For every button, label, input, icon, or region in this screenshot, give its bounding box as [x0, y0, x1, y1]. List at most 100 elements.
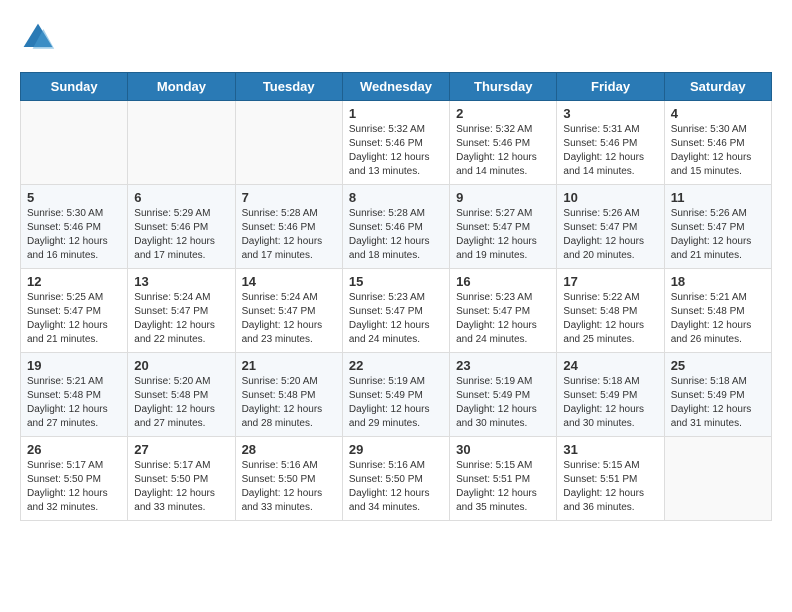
day-number: 15	[349, 274, 443, 289]
day-cell: 2 Sunrise: 5:32 AM Sunset: 5:46 PM Daylig…	[450, 101, 557, 185]
weekday-header-friday: Friday	[557, 73, 664, 101]
day-info: Sunrise: 5:28 AM Sunset: 5:46 PM Dayligh…	[242, 207, 336, 263]
day-number: 31	[563, 442, 657, 457]
day-cell: 5Sunrise: 5:30 AM Sunset: 5:46 PM Daylig…	[21, 185, 128, 269]
day-info: Sunrise: 5:31 AM Sunset: 5:46 PM Dayligh…	[563, 123, 657, 179]
day-info: Sunrise: 5:20 AM Sunset: 5:48 PM Dayligh…	[134, 375, 228, 431]
day-info: Sunrise: 5:24 AM Sunset: 5:47 PM Dayligh…	[242, 291, 336, 347]
weekday-header-monday: Monday	[128, 73, 235, 101]
weekday-header-wednesday: Wednesday	[342, 73, 449, 101]
day-cell	[128, 101, 235, 185]
day-cell: 23 Sunrise: 5:19 AM Sunset: 5:49 PM Dayli…	[450, 353, 557, 437]
day-number: 3	[563, 106, 657, 121]
day-number: 24	[563, 358, 657, 373]
week-row-5: 26Sunrise: 5:17 AM Sunset: 5:50 PM Dayli…	[21, 437, 772, 521]
day-info: Sunrise: 5:25 AM Sunset: 5:47 PM Dayligh…	[27, 291, 121, 347]
day-number: 7	[242, 190, 336, 205]
day-cell: 3 Sunrise: 5:31 AM Sunset: 5:46 PM Daylig…	[557, 101, 664, 185]
day-number: 19	[27, 358, 121, 373]
day-cell: 12 Sunrise: 5:25 AM Sunset: 5:47 PM Dayli…	[21, 269, 128, 353]
day-cell: 24 Sunrise: 5:18 AM Sunset: 5:49 PM Dayli…	[557, 353, 664, 437]
day-number: 30	[456, 442, 550, 457]
day-number: 4	[671, 106, 765, 121]
week-row-4: 19 Sunrise: 5:21 AM Sunset: 5:48 PM Dayli…	[21, 353, 772, 437]
day-number: 21	[242, 358, 336, 373]
weekday-row: SundayMondayTuesdayWednesdayThursdayFrid…	[21, 73, 772, 101]
day-cell: 9 Sunrise: 5:27 AM Sunset: 5:47 PM Daylig…	[450, 185, 557, 269]
day-number: 13	[134, 274, 228, 289]
day-info: Sunrise: 5:18 AM Sunset: 5:49 PM Dayligh…	[671, 375, 765, 431]
calendar-body: 1 Sunrise: 5:32 AM Sunset: 5:46 PM Daylig…	[21, 101, 772, 521]
day-cell: 28Sunrise: 5:16 AM Sunset: 5:50 PM Dayli…	[235, 437, 342, 521]
weekday-header-sunday: Sunday	[21, 73, 128, 101]
day-info: Sunrise: 5:32 AM Sunset: 5:46 PM Dayligh…	[456, 123, 550, 179]
day-info: Sunrise: 5:24 AM Sunset: 5:47 PM Dayligh…	[134, 291, 228, 347]
day-cell: 14Sunrise: 5:24 AM Sunset: 5:47 PM Dayli…	[235, 269, 342, 353]
day-info: Sunrise: 5:19 AM Sunset: 5:49 PM Dayligh…	[456, 375, 550, 431]
day-info: Sunrise: 5:26 AM Sunset: 5:47 PM Dayligh…	[563, 207, 657, 263]
calendar-header: SundayMondayTuesdayWednesdayThursdayFrid…	[21, 73, 772, 101]
day-info: Sunrise: 5:19 AM Sunset: 5:49 PM Dayligh…	[349, 375, 443, 431]
day-info: Sunrise: 5:18 AM Sunset: 5:49 PM Dayligh…	[563, 375, 657, 431]
day-cell: 8 Sunrise: 5:28 AM Sunset: 5:46 PM Daylig…	[342, 185, 449, 269]
day-number: 20	[134, 358, 228, 373]
day-info: Sunrise: 5:28 AM Sunset: 5:46 PM Dayligh…	[349, 207, 443, 263]
day-number: 9	[456, 190, 550, 205]
day-info: Sunrise: 5:22 AM Sunset: 5:48 PM Dayligh…	[563, 291, 657, 347]
day-cell: 11 Sunrise: 5:26 AM Sunset: 5:47 PM Dayli…	[664, 185, 771, 269]
day-cell: 27 Sunrise: 5:17 AM Sunset: 5:50 PM Dayli…	[128, 437, 235, 521]
day-cell: 22 Sunrise: 5:19 AM Sunset: 5:49 PM Dayli…	[342, 353, 449, 437]
day-cell: 16Sunrise: 5:23 AM Sunset: 5:47 PM Dayli…	[450, 269, 557, 353]
week-row-1: 1 Sunrise: 5:32 AM Sunset: 5:46 PM Daylig…	[21, 101, 772, 185]
day-cell: 7 Sunrise: 5:28 AM Sunset: 5:46 PM Daylig…	[235, 185, 342, 269]
day-number: 29	[349, 442, 443, 457]
day-cell: 6Sunrise: 5:29 AM Sunset: 5:46 PM Daylig…	[128, 185, 235, 269]
day-cell: 15 Sunrise: 5:23 AM Sunset: 5:47 PM Dayli…	[342, 269, 449, 353]
day-info: Sunrise: 5:32 AM Sunset: 5:46 PM Dayligh…	[349, 123, 443, 179]
weekday-header-thursday: Thursday	[450, 73, 557, 101]
day-info: Sunrise: 5:17 AM Sunset: 5:50 PM Dayligh…	[134, 459, 228, 515]
day-number: 23	[456, 358, 550, 373]
day-info: Sunrise: 5:17 AM Sunset: 5:50 PM Dayligh…	[27, 459, 121, 515]
day-number: 27	[134, 442, 228, 457]
day-cell	[235, 101, 342, 185]
day-info: Sunrise: 5:27 AM Sunset: 5:47 PM Dayligh…	[456, 207, 550, 263]
day-number: 8	[349, 190, 443, 205]
day-number: 5	[27, 190, 121, 205]
day-cell: 26Sunrise: 5:17 AM Sunset: 5:50 PM Dayli…	[21, 437, 128, 521]
day-number: 11	[671, 190, 765, 205]
week-row-3: 12 Sunrise: 5:25 AM Sunset: 5:47 PM Dayli…	[21, 269, 772, 353]
header	[20, 20, 772, 56]
day-cell: 20 Sunrise: 5:20 AM Sunset: 5:48 PM Dayli…	[128, 353, 235, 437]
day-info: Sunrise: 5:26 AM Sunset: 5:47 PM Dayligh…	[671, 207, 765, 263]
day-info: Sunrise: 5:16 AM Sunset: 5:50 PM Dayligh…	[349, 459, 443, 515]
day-cell: 29 Sunrise: 5:16 AM Sunset: 5:50 PM Dayli…	[342, 437, 449, 521]
page: SundayMondayTuesdayWednesdayThursdayFrid…	[0, 0, 792, 541]
logo	[20, 20, 60, 56]
day-cell: 19 Sunrise: 5:21 AM Sunset: 5:48 PM Dayli…	[21, 353, 128, 437]
day-info: Sunrise: 5:23 AM Sunset: 5:47 PM Dayligh…	[456, 291, 550, 347]
day-number: 1	[349, 106, 443, 121]
day-cell: 21 Sunrise: 5:20 AM Sunset: 5:48 PM Dayli…	[235, 353, 342, 437]
day-info: Sunrise: 5:20 AM Sunset: 5:48 PM Dayligh…	[242, 375, 336, 431]
day-info: Sunrise: 5:30 AM Sunset: 5:46 PM Dayligh…	[671, 123, 765, 179]
day-number: 28	[242, 442, 336, 457]
weekday-header-tuesday: Tuesday	[235, 73, 342, 101]
day-number: 2	[456, 106, 550, 121]
day-number: 10	[563, 190, 657, 205]
day-cell: 13 Sunrise: 5:24 AM Sunset: 5:47 PM Dayli…	[128, 269, 235, 353]
weekday-header-saturday: Saturday	[664, 73, 771, 101]
day-cell: 1 Sunrise: 5:32 AM Sunset: 5:46 PM Daylig…	[342, 101, 449, 185]
day-number: 18	[671, 274, 765, 289]
day-number: 22	[349, 358, 443, 373]
day-number: 25	[671, 358, 765, 373]
day-info: Sunrise: 5:21 AM Sunset: 5:48 PM Dayligh…	[27, 375, 121, 431]
logo-icon	[20, 20, 56, 56]
day-number: 17	[563, 274, 657, 289]
day-cell	[664, 437, 771, 521]
day-info: Sunrise: 5:29 AM Sunset: 5:46 PM Dayligh…	[134, 207, 228, 263]
day-info: Sunrise: 5:23 AM Sunset: 5:47 PM Dayligh…	[349, 291, 443, 347]
day-number: 12	[27, 274, 121, 289]
calendar-table: SundayMondayTuesdayWednesdayThursdayFrid…	[20, 72, 772, 521]
day-cell	[21, 101, 128, 185]
